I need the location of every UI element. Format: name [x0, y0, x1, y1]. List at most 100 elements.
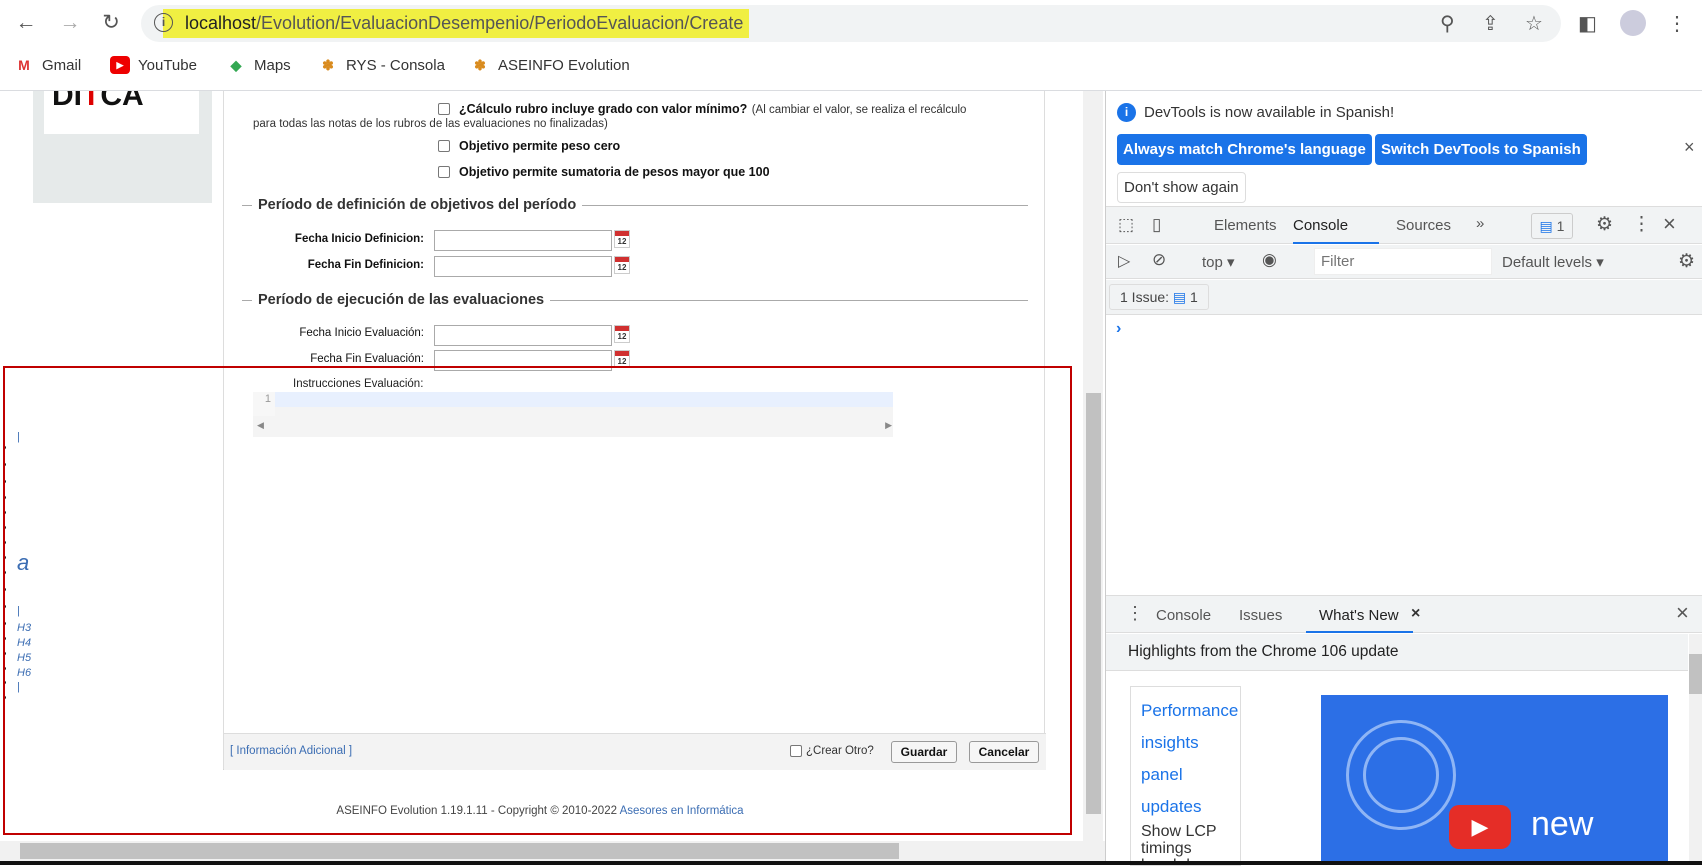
logo-panel: DITCA [33, 91, 212, 203]
menu-icon[interactable]: ⋮ [1667, 11, 1687, 36]
drawer-scrollbar[interactable] [1689, 634, 1702, 861]
fecha-fin-definicion-input[interactable] [434, 256, 612, 277]
fecha-inicio-definicion-input[interactable] [434, 230, 612, 251]
close-devtools-icon[interactable]: × [1663, 211, 1676, 237]
stray-link-a[interactable]: a [17, 550, 29, 576]
url-text[interactable]: localhost/Evolution/EvaluacionDesempenio… [163, 9, 750, 38]
scroll-right-icon[interactable]: ▶ [885, 420, 892, 431]
message-icon: ▤ [1539, 218, 1553, 234]
scrollbar-thumb[interactable] [1086, 393, 1101, 814]
close-tab-icon[interactable]: × [1411, 605, 1420, 623]
calendar-icon[interactable]: 12 [614, 350, 630, 368]
scroll-left-icon[interactable]: ◀ [257, 420, 264, 431]
issues-badge-button[interactable]: ▤ 1 [1531, 213, 1573, 239]
bookmark-gmail[interactable]: M Gmail [14, 56, 81, 74]
drawer-tab-console[interactable]: Console [1156, 607, 1211, 624]
back-icon[interactable]: ← [13, 10, 39, 36]
page-horizontal-scrollbar[interactable] [0, 841, 1105, 861]
more-options-icon[interactable]: ⋮ [1632, 213, 1651, 236]
asesores-link[interactable]: Asesores en Informática [620, 805, 744, 817]
close-drawer-icon[interactable]: × [1676, 600, 1689, 626]
field-label: Fecha Inicio Definicion: [294, 233, 424, 245]
calendar-day: 12 [617, 357, 627, 366]
drawer-tab-issues[interactable]: Issues [1239, 607, 1282, 624]
sidebar-toggle-icon[interactable]: ▷ [1118, 251, 1130, 271]
calendar-day: 12 [617, 332, 627, 341]
console-prompt[interactable]: › [1116, 320, 1121, 338]
info-adicional-link[interactable]: [ Información Adicional ] [230, 745, 352, 757]
close-infobar-icon[interactable]: × [1684, 137, 1695, 158]
fecha-inicio-evaluacion-input[interactable] [434, 325, 612, 346]
dont-show-again-button[interactable]: Don't show again [1117, 172, 1246, 203]
inspect-element-icon[interactable]: ⬚ [1118, 215, 1134, 235]
stray-link-h5[interactable]: H5 [17, 652, 31, 664]
checkbox-note: (Al cambiar el valor, se realiza el recá… [751, 104, 967, 116]
drawer-menu-icon[interactable]: ⋮ [1126, 603, 1144, 624]
switch-to-spanish-button[interactable]: Switch DevTools to Spanish [1375, 134, 1587, 165]
editor-active-line[interactable] [275, 392, 893, 407]
site-info-icon[interactable]: i [154, 13, 173, 32]
side-panel-icon[interactable]: ◧ [1578, 11, 1597, 36]
list-bullet [3, 637, 6, 640]
more-tabs-icon[interactable]: » [1476, 215, 1484, 232]
device-toolbar-icon[interactable]: ▯ [1152, 215, 1161, 235]
log-levels-select[interactable]: Default levels ▾ [1502, 253, 1604, 271]
calendar-icon[interactable]: 12 [614, 325, 630, 343]
bookmark-star-icon[interactable]: ☆ [1525, 11, 1543, 36]
issues-button[interactable]: 1 Issue: ▤ 1 [1109, 284, 1209, 310]
message-icon: ▤ [1172, 289, 1187, 305]
reload-icon[interactable]: ↻ [98, 10, 124, 36]
field-label: Fecha Fin Evaluación: [310, 353, 424, 365]
live-expression-eye-icon[interactable]: ◉ [1262, 250, 1277, 270]
crear-otro-checkbox[interactable] [790, 745, 802, 757]
stray-link-h3[interactable]: H3 [17, 622, 31, 634]
calendar-icon[interactable]: 12 [614, 230, 630, 248]
settings-icon[interactable]: ⚙ [1596, 213, 1613, 236]
peso-cero-checkbox[interactable] [438, 140, 450, 152]
calculo-rubro-checkbox[interactable] [438, 103, 450, 115]
devtools-panel: i DevTools is now available in Spanish! … [1105, 91, 1702, 866]
toc-link[interactable]: Show LCPtimingsbreakdown [1141, 823, 1240, 865]
issues-label: 1 Issue: [1120, 289, 1170, 305]
copyright-footer: ASEINFO Evolution 1.19.1.11 - Copyright … [0, 805, 1080, 817]
tab-console[interactable]: Console [1293, 217, 1348, 234]
toc-link[interactable]: Performance insights panel updates [1141, 695, 1240, 823]
whats-new-video-thumbnail[interactable]: ▶ new [1321, 695, 1668, 865]
calendar-icon[interactable]: 12 [614, 256, 630, 274]
stray-link-h6[interactable]: H6 [17, 667, 31, 679]
always-match-language-button[interactable]: Always match Chrome's language [1117, 134, 1372, 165]
cancelar-button[interactable]: Cancelar [969, 741, 1039, 763]
drawer-tab-whats-new[interactable]: What's New [1319, 607, 1399, 624]
checkbox-note-cont: para todas las notas de los rubros de la… [253, 118, 608, 130]
tab-elements[interactable]: Elements [1214, 217, 1277, 234]
pesos-mayor-100-checkbox[interactable] [438, 166, 450, 178]
page-vertical-scrollbar[interactable] [1083, 91, 1103, 841]
console-settings-icon[interactable]: ⚙ [1678, 250, 1695, 273]
guardar-button[interactable]: Guardar [891, 741, 957, 763]
profile-avatar[interactable] [1620, 10, 1646, 36]
stray-link-h4[interactable]: H4 [17, 637, 31, 649]
forward-icon[interactable]: → [57, 10, 83, 36]
form-panel: ¿Cálculo rubro incluye grado con valor m… [223, 91, 1046, 770]
share-icon[interactable]: ⇪ [1482, 11, 1499, 36]
bookmark-youtube[interactable]: ▶ YouTube [110, 56, 197, 74]
instrucciones-editor[interactable]: 1 ◀ ▶ [253, 392, 893, 437]
bookmark-maps[interactable]: ◆ Maps [226, 56, 291, 74]
fecha-fin-evaluacion-input[interactable] [434, 350, 612, 371]
stray-pipe: | [17, 681, 20, 693]
bookmark-aseinfo[interactable]: ✽ ASEINFO Evolution [470, 56, 630, 74]
field-label: Instrucciones Evaluación: [293, 378, 424, 390]
info-icon: i [1117, 103, 1136, 122]
tab-sources[interactable]: Sources [1396, 217, 1451, 234]
bookmark-rys[interactable]: ✽ RYS - Consola [318, 56, 445, 74]
clear-console-icon[interactable]: ⊘ [1152, 250, 1166, 270]
whats-new-header: Highlights from the Chrome 106 update [1106, 634, 1688, 671]
drawer-tabbar: ⋮ Console Issues What's New × × [1106, 595, 1702, 633]
scrollbar-thumb[interactable] [20, 843, 899, 859]
aseinfo-icon: ✽ [322, 57, 334, 73]
console-filter-input[interactable] [1314, 248, 1492, 275]
context-select[interactable]: top ▾ [1202, 253, 1235, 271]
list-bullet [3, 526, 6, 529]
zoom-icon[interactable]: ⚲ [1440, 11, 1455, 36]
list-bullet [3, 496, 6, 499]
